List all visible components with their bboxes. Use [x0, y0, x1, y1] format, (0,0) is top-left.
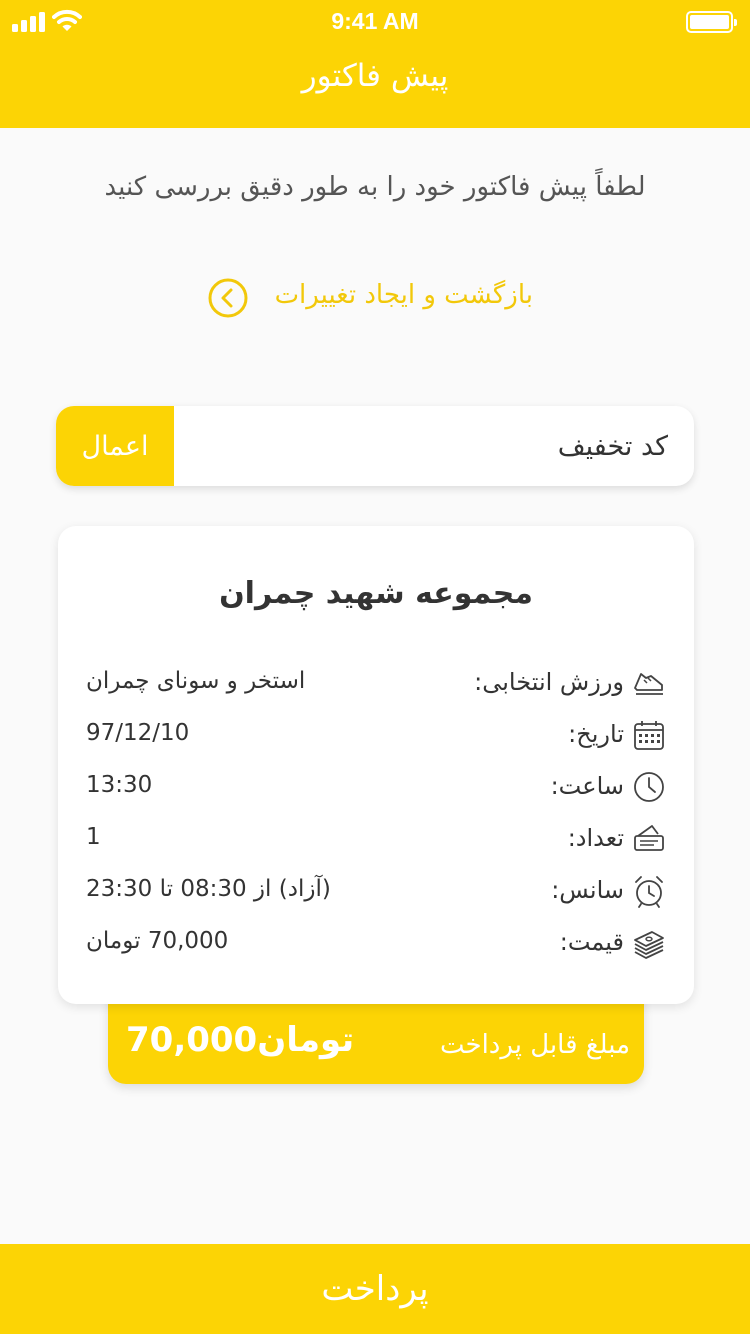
invoice-row-time: 13:30 ساعت:	[58, 768, 694, 808]
invoice-value: 13:30	[86, 772, 153, 798]
invoice-label: ساعت:	[550, 772, 624, 800]
invoice-value: (آزاد) از 08:30 تا 23:30	[86, 876, 331, 902]
back-link-label: بازگشت و ایجاد تغییرات	[274, 280, 533, 310]
chevron-left-circle-icon	[208, 278, 248, 318]
invoice-value: 70,000 تومان	[86, 928, 229, 954]
invoice-value: 1	[86, 824, 101, 850]
invoice-value: 97/12/10	[86, 720, 190, 746]
invoice-row-count: 1 تعداد:	[58, 820, 694, 860]
total-label: مبلغ قابل پرداخت	[439, 1030, 630, 1060]
sneaker-icon	[634, 673, 663, 695]
status-bar: 9:41 AM	[0, 0, 750, 44]
invoice-card: مجموعه شهید چمران استخر و سونای چمران ور…	[58, 526, 694, 1004]
page-title: پیش فاکتور	[301, 58, 449, 94]
discount-box: اعمال	[56, 406, 694, 486]
app-header: 9:41 AM پیش فاکتور	[0, 0, 750, 128]
invoice-label: سانس:	[551, 876, 624, 904]
total-amount: 70,000تومان	[126, 1020, 355, 1060]
invoice-label: تاریخ:	[568, 720, 624, 748]
venue-name: مجموعه شهید چمران	[219, 576, 533, 611]
invoice-value: استخر و سونای چمران	[86, 668, 306, 694]
discount-code-input[interactable]	[174, 406, 694, 486]
invoice-row-sport: استخر و سونای چمران ورزش انتخابی:	[58, 664, 694, 704]
invoice-row-date: 97/12/10 تاریخ:	[58, 716, 694, 756]
status-time: 9:41 AM	[331, 8, 419, 34]
invoice-label: ورزش انتخابی:	[474, 668, 624, 696]
calendar-icon	[634, 721, 664, 750]
invoice-row-price: 70,000 تومان قیمت:	[58, 924, 694, 964]
invoice-label: قیمت:	[559, 928, 624, 956]
ticket-icon	[634, 825, 664, 851]
apply-discount-button[interactable]: اعمال	[56, 406, 174, 486]
battery-icon	[686, 11, 737, 33]
alarm-clock-icon	[635, 876, 663, 908]
invoice-row-session: (آزاد) از 08:30 تا 23:30 سانس:	[58, 872, 694, 912]
back-and-edit-link[interactable]: بازگشت و ایجاد تغییرات	[205, 276, 545, 320]
clock-icon	[634, 772, 664, 802]
invoice-label: تعداد:	[567, 824, 624, 852]
instruction-text: لطفاً پیش فاکتور خود را به طور دقیق بررس…	[104, 172, 646, 202]
cash-stack-icon	[634, 931, 664, 959]
pay-button[interactable]: پرداخت	[0, 1244, 750, 1334]
